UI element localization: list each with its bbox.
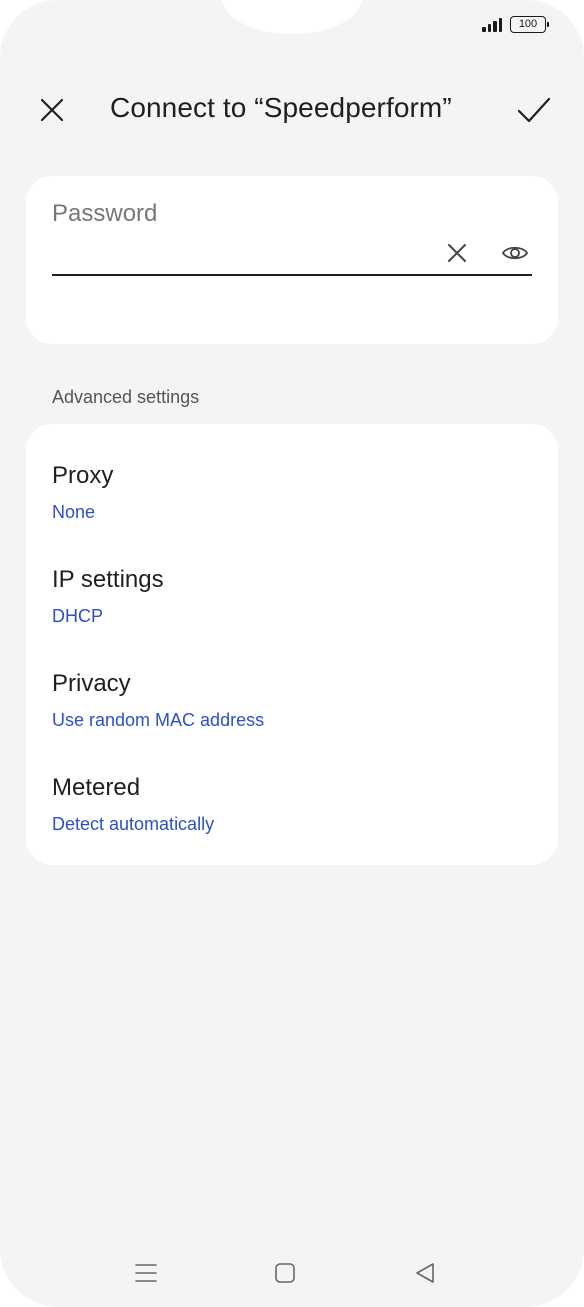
proxy-title: Proxy <box>52 462 114 489</box>
ip-settings-title: IP settings <box>52 566 164 593</box>
home-button[interactable] <box>270 1258 300 1288</box>
close-button[interactable] <box>32 90 72 130</box>
signal-icon <box>482 17 502 32</box>
home-icon <box>275 1263 295 1283</box>
close-icon <box>40 98 64 122</box>
checkmark-icon <box>517 97 551 123</box>
battery-icon: 100 <box>510 16 549 33</box>
metered-title: Metered <box>52 774 141 801</box>
metered-value: Detect automatically <box>52 814 215 834</box>
page-title: Connect to “Speedperform” <box>110 92 452 123</box>
eye-icon <box>501 246 529 260</box>
menu-icon <box>135 1264 157 1282</box>
phone-screen: 100 Connect to “Speedperform” Password A… <box>0 0 584 1307</box>
password-input[interactable] <box>52 234 452 270</box>
back-icon <box>416 1263 434 1283</box>
clear-icon <box>448 244 466 262</box>
battery-level: 100 <box>518 18 538 30</box>
toggle-password-visibility-button[interactable] <box>498 236 532 270</box>
advanced-settings-card: Proxy None IP settings DHCP Privacy Use … <box>26 424 558 865</box>
password-label: Password <box>52 200 158 227</box>
app-bar: Connect to “Speedperform” <box>0 78 584 138</box>
ip-settings-item[interactable]: IP settings DHCP <box>26 552 558 648</box>
privacy-title: Privacy <box>52 670 131 697</box>
back-button[interactable] <box>410 1258 440 1288</box>
metered-item[interactable]: Metered Detect automatically <box>26 760 558 856</box>
privacy-item[interactable]: Privacy Use random MAC address <box>26 656 558 752</box>
clear-password-button[interactable] <box>440 236 474 270</box>
ip-settings-value: DHCP <box>52 606 104 626</box>
navigation-bar <box>0 1250 584 1294</box>
advanced-settings-label: Advanced settings <box>52 387 200 407</box>
proxy-value: None <box>52 502 96 522</box>
privacy-value: Use random MAC address <box>52 710 265 730</box>
proxy-item[interactable]: Proxy None <box>26 448 558 544</box>
camera-notch <box>222 0 362 34</box>
status-bar: 100 <box>482 16 549 33</box>
password-underline <box>52 274 532 276</box>
password-card: Password <box>26 176 558 344</box>
confirm-button[interactable] <box>512 88 556 132</box>
menu-button[interactable] <box>131 1258 161 1288</box>
